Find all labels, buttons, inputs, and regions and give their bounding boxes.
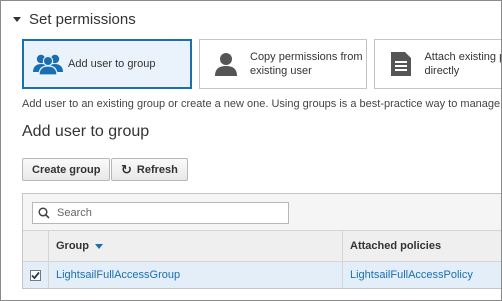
groups-table: Group Attached policies LightsailFullAcc…: [22, 193, 501, 289]
header-check-column: [23, 231, 49, 261]
subsection-title: Add user to group: [22, 123, 150, 140]
option-label: Add user to group: [68, 58, 156, 70]
refresh-button[interactable]: ↻ Refresh: [111, 158, 188, 181]
option-attach-policies[interactable]: Attach existing po directly: [374, 39, 501, 89]
search-box[interactable]: [32, 202, 289, 224]
row-select-cell: [23, 262, 49, 288]
option-copy-permissions[interactable]: Copy permissions from existing user: [199, 39, 367, 89]
refresh-icon: ↻: [121, 161, 132, 177]
column-label: Attached policies: [350, 240, 442, 252]
section-toggle[interactable]: Set permissions: [9, 9, 136, 29]
document-icon: [383, 46, 418, 82]
description-text: Add user to an existing group or create …: [22, 98, 502, 110]
permissions-panel: Set permissions Add user to group Copy p…: [0, 0, 502, 301]
refresh-label: Refresh: [136, 163, 178, 176]
section-title: Set permissions: [29, 10, 136, 28]
create-group-button[interactable]: Create group: [22, 158, 111, 181]
search-input[interactable]: [54, 207, 280, 219]
user-icon: [208, 46, 244, 82]
option-label: Attach existing po directly: [424, 51, 501, 77]
caret-down-icon: [13, 16, 21, 22]
policy-link[interactable]: LightsailFullAccessPolicy: [350, 269, 473, 281]
column-header-policies[interactable]: Attached policies: [350, 231, 441, 261]
column-label: Group: [56, 240, 89, 252]
column-divider: [342, 262, 343, 288]
users-group-icon: [30, 46, 66, 82]
table-row[interactable]: LightsailFullAccessGroup LightsailFullAc…: [23, 262, 501, 288]
option-add-user-to-group[interactable]: Add user to group: [22, 39, 192, 89]
column-divider: [342, 231, 343, 261]
policy-cell: LightsailFullAccessPolicy: [350, 262, 473, 288]
option-label: Copy permissions from existing user: [250, 51, 363, 77]
row-checkbox[interactable]: [30, 269, 41, 281]
group-name-cell: LightsailFullAccessGroup: [56, 262, 180, 288]
column-header-group[interactable]: Group: [56, 231, 103, 261]
group-link[interactable]: LightsailFullAccessGroup: [56, 269, 180, 281]
search-icon: [38, 207, 54, 219]
checkmark-icon: [31, 271, 40, 279]
sort-desc-icon: [95, 243, 103, 249]
table-header: Group Attached policies: [23, 230, 501, 262]
